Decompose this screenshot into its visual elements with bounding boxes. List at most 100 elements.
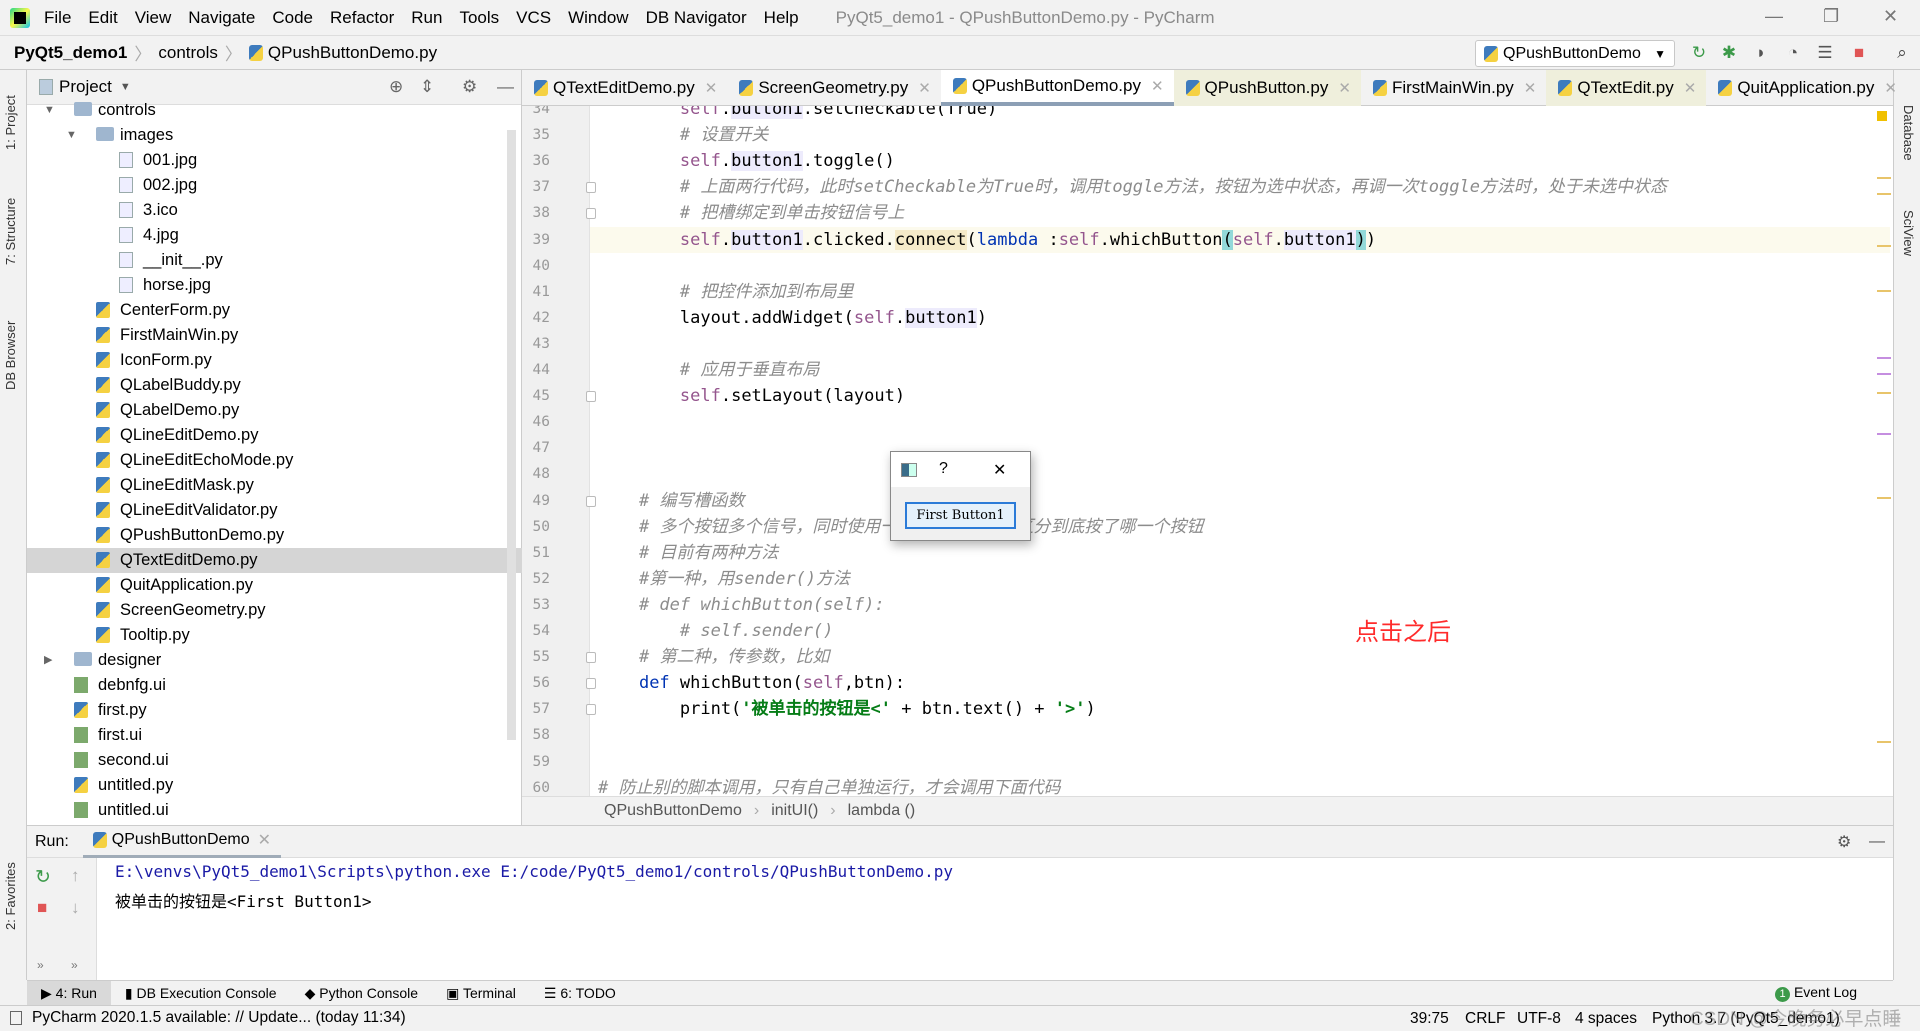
tree-item[interactable]: IconForm.py [27,348,522,373]
menu-navigate[interactable]: Navigate [188,8,255,28]
fold-marker-icon[interactable] [586,182,596,194]
menu-refactor[interactable]: Refactor [330,8,394,28]
tree-item[interactable]: QuitApplication.py [27,573,522,598]
fold-marker-icon[interactable] [586,704,596,716]
tree-item[interactable]: untitled.py [27,773,522,798]
caret-position[interactable]: 39:75 [1410,1010,1449,1028]
tab-qpushbutton[interactable]: QPushButton.py ✕ [1173,70,1361,106]
tab-run[interactable]: ▶ 4: Run [27,980,111,1006]
tab-firstmainwin[interactable]: FirstMainWin.py ✕ [1361,70,1546,106]
tree-item[interactable]: 002.jpg [27,173,522,198]
breadcrumb-class[interactable]: QPushButtonDemo [604,802,742,820]
close-tab-icon[interactable]: ✕ [1151,77,1164,95]
tree-item[interactable]: ▼ controls [27,98,522,123]
stop-icon[interactable]: ■ [37,898,47,918]
menu-tools[interactable]: Tools [459,8,499,28]
tab-qpushbuttondemo[interactable]: QPushButtonDemo.py ✕ [940,70,1174,106]
menu-window[interactable]: Window [568,8,628,28]
search-icon[interactable]: ⌕ [1893,44,1911,62]
close-window-button[interactable]: ✕ [1883,6,1898,27]
tree-item[interactable]: 4.jpg [27,223,522,248]
run-configuration-select[interactable]: QPushButtonDemo ▼ [1475,40,1675,67]
menu-run[interactable]: Run [411,8,442,28]
tree-item[interactable]: QLineEditDemo.py [27,423,522,448]
tab-todo[interactable]: ☰ 6: TODO [530,981,630,1006]
tree-item[interactable]: CenterForm.py [27,298,522,323]
tree-item[interactable]: QLabelDemo.py [27,398,522,423]
stop-icon[interactable]: ■ [1850,44,1868,62]
fold-marker-icon[interactable] [586,495,596,507]
gear-icon[interactable]: ⚙ [1837,832,1851,852]
menu-edit[interactable]: Edit [88,8,117,28]
rerun-icon[interactable]: ↻ [35,866,51,889]
code-editor[interactable]: 34 35 36 37 38 39 40 41 42 43 44 45 46 47 48 49 50 51 52 53… [522,106,1893,796]
tree-item[interactable]: QLabelBuddy.py [27,373,522,398]
tree-item[interactable]: FirstMainWin.py [27,323,522,348]
tab-screengeometry[interactable]: ScreenGeometry.py ✕ [727,70,941,106]
coverage-icon[interactable]: ◗ [1752,44,1770,62]
tree-scrollbar[interactable] [507,130,516,740]
debug-icon[interactable]: ✱ [1720,44,1738,62]
breadcrumb-method[interactable]: initUI() [771,802,818,820]
close-dialog-button[interactable]: ✕ [993,460,1006,480]
indent-setting[interactable]: 4 spaces [1575,1010,1637,1028]
close-tab-icon[interactable]: ✕ [1524,79,1537,97]
menu-view[interactable]: View [135,8,172,28]
close-tab-icon[interactable]: ✕ [1338,79,1351,97]
tree-item[interactable]: ▶ designer [27,648,522,673]
tree-item[interactable]: 3.ico [27,198,522,223]
fold-marker-icon[interactable] [586,652,596,664]
tree-item[interactable]: QLineEditValidator.py [27,498,522,523]
tree-item[interactable]: Tooltip.py [27,623,522,648]
close-tab-icon[interactable]: ✕ [1684,79,1697,97]
tree-item[interactable]: untitled.ui [27,798,522,823]
locate-icon[interactable]: ⊕ [389,77,403,97]
status-message[interactable]: PyCharm 2020.1.5 available: // Update...… [32,1009,406,1027]
close-tab-icon[interactable]: ✕ [1884,79,1897,97]
tool-window-structure[interactable]: 7: Structure [3,198,18,265]
tool-window-database[interactable]: Database [1901,105,1916,161]
collapse-all-icon[interactable]: ⇕ [420,77,434,97]
tab-list-chevron-icon[interactable]: ⌄ [1907,70,1920,106]
gear-icon[interactable]: ⚙ [462,77,477,97]
rerun-icon[interactable]: ↻ [1690,44,1708,62]
tree-item[interactable]: second.ui [27,748,522,773]
restore-button[interactable]: ❐ [1823,6,1839,27]
tab-quitapplication[interactable]: QuitApplication.py ✕ [1706,70,1907,106]
tool-window-project[interactable]: 1: Project [3,95,18,150]
close-icon[interactable]: ✕ [258,830,271,850]
menu-vcs[interactable]: VCS [516,8,551,28]
menu-help[interactable]: Help [764,8,799,28]
tree-item[interactable]: QTextEditDemo.py [27,548,522,573]
breadcrumb-file[interactable]: QPushButtonDemo.py [268,43,437,63]
tree-item[interactable]: QLineEditEchoMode.py [27,448,522,473]
menu-db-navigator[interactable]: DB Navigator [646,8,747,28]
line-ending[interactable]: CRLF [1465,1010,1505,1028]
first-button1[interactable]: First Button1 [905,502,1016,529]
event-log-button[interactable]: 1 Event Log [1775,984,1857,1002]
breadcrumb-folder[interactable]: controls [158,43,218,63]
help-button[interactable]: ? [939,460,948,478]
tab-python-console[interactable]: ◆ Python Console [291,981,433,1006]
tab-terminal[interactable]: ▣ Terminal [432,981,530,1006]
more-icon[interactable]: » [71,958,78,972]
fold-marker-icon[interactable] [586,391,596,403]
fold-marker-icon[interactable] [586,208,596,220]
close-tab-icon[interactable]: ✕ [918,79,931,97]
hide-icon[interactable]: — [497,77,514,97]
menu-file[interactable]: File [44,8,71,28]
tab-db-execution-console[interactable]: ▮ DB Execution Console [111,981,291,1006]
tree-item[interactable]: __init__.py [27,248,522,273]
menu-code[interactable]: Code [272,8,313,28]
tree-item[interactable]: 001.jpg [27,148,522,173]
tree-item[interactable]: debnfg.ui [27,673,522,698]
arrow-up-icon[interactable]: ↑ [71,866,80,886]
tab-qtexteditdemo[interactable]: QTextEditDemo.py ✕ [522,70,727,106]
tree-item[interactable]: QPushButtonDemo.py [27,523,522,548]
hide-icon[interactable]: — [1869,833,1885,851]
tool-window-db-browser[interactable]: DB Browser [3,321,18,390]
tree-item[interactable]: first.ui [27,723,522,748]
chevron-right-icon[interactable]: ▶ [44,648,52,673]
run-tab[interactable]: QPushButtonDemo ✕ [82,826,282,858]
tree-item[interactable]: QLineEditMask.py [27,473,522,498]
